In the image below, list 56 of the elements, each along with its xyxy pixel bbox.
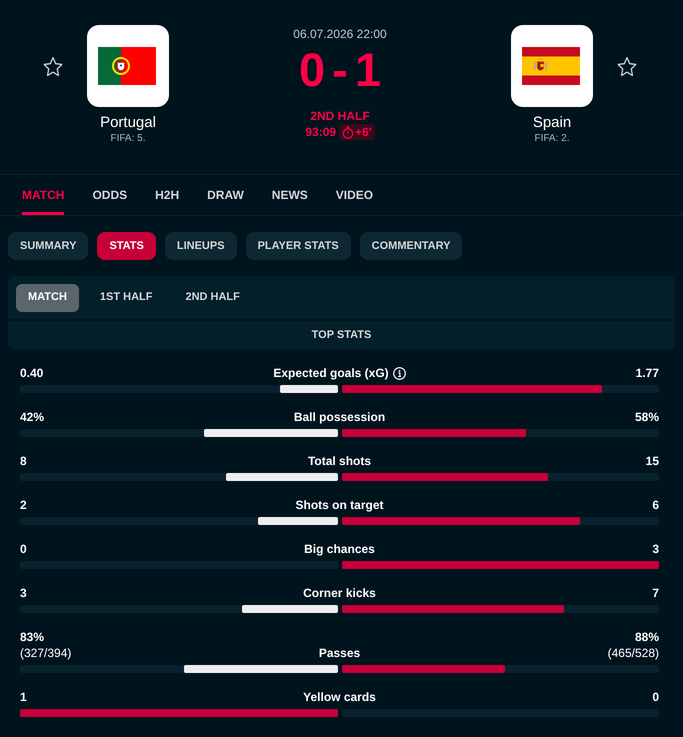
stat-value: 0.40 [20, 365, 44, 381]
match-period: 2ND HALF [310, 108, 370, 124]
tab[interactable]: VIDEO [336, 175, 374, 215]
section-tab[interactable]: PLAYER STATS [246, 232, 351, 260]
stopwatch-icon [342, 126, 354, 138]
stat-value: 6 [652, 497, 659, 513]
section-tab[interactable]: SUMMARY [8, 232, 88, 260]
stat-value: 3 [652, 541, 659, 557]
stat-label: Corner kicks [303, 585, 376, 601]
match-score: 0-1 [298, 46, 388, 94]
section-tab[interactable]: COMMENTARY [360, 232, 462, 260]
stat-value: 0 [20, 541, 27, 557]
period-tab[interactable]: 1ST HALF [88, 284, 164, 312]
tab[interactable]: ODDS [92, 175, 128, 215]
stat-value: 7 [652, 585, 659, 601]
stat-value: 88% [634, 629, 659, 645]
stat-value: 15 [646, 453, 659, 469]
period-tab[interactable]: 2ND HALF [173, 284, 252, 312]
star-icon[interactable] [617, 57, 637, 76]
stat-detail: (465/528) [608, 645, 659, 661]
section-tab[interactable]: STATS [97, 232, 156, 260]
stat-label: Passes [318, 645, 360, 661]
stat-value: 1.77 [636, 365, 659, 381]
stat-value: 2 [20, 497, 27, 513]
stat-value: 83% [20, 629, 44, 645]
added-time: +6' [355, 124, 372, 140]
stat-value: 42% [20, 409, 44, 425]
stat-label: Ball possession [294, 409, 386, 425]
stat-label: Expected goals (xG) [273, 365, 389, 381]
section-tab[interactable]: LINEUPS [164, 232, 237, 260]
info-icon[interactable] [392, 366, 406, 380]
flag-icon[interactable] [511, 25, 593, 107]
tab[interactable]: H2H [155, 175, 180, 215]
tab[interactable]: DRAW [207, 175, 244, 215]
team-name[interactable]: Spain [532, 114, 572, 132]
stat-label: Total shots [308, 453, 372, 469]
tab[interactable]: MATCH [22, 175, 64, 215]
stat-value: 8 [20, 453, 27, 469]
stat-value: 3 [20, 585, 27, 601]
match-clock: 93:09 [305, 124, 336, 140]
team-ranking: FIFA: 2. [534, 133, 570, 145]
team-ranking: FIFA: 5. [110, 133, 146, 145]
star-icon[interactable] [43, 57, 63, 76]
section-heading: TOP STATS [8, 321, 675, 349]
stat-label: Shots on target [295, 497, 384, 513]
flag-icon[interactable] [87, 25, 169, 107]
match-date: 06.07.2026 22:00 [293, 26, 387, 42]
stat-value: 1 [20, 689, 27, 705]
period-tab[interactable]: MATCH [16, 284, 79, 312]
stat-label: Yellow cards [303, 689, 376, 705]
stat-value: 0 [652, 689, 659, 705]
stat-detail: (327/394) [20, 645, 72, 661]
stat-label: Big chances [304, 541, 375, 557]
tab[interactable]: NEWS [272, 175, 308, 215]
stat-value: 58% [634, 409, 659, 425]
team-name[interactable]: Portugal [100, 114, 156, 132]
